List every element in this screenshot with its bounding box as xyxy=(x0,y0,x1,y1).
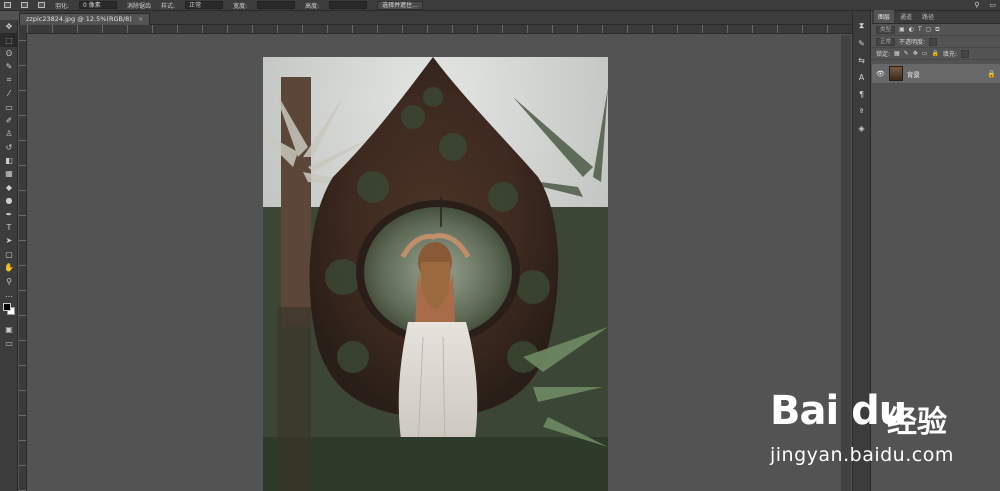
subtract-selection-icon[interactable] xyxy=(38,2,45,8)
vertical-ruler[interactable] xyxy=(19,34,27,491)
lock-pixels-icon[interactable]: ▦ xyxy=(894,50,900,57)
filter-type-icon[interactable]: T xyxy=(918,26,922,33)
canvas-area[interactable] xyxy=(27,35,852,491)
glyphs-icon[interactable]: ª xyxy=(853,104,870,118)
document-image[interactable] xyxy=(263,57,608,491)
move-tool-icon[interactable]: ✥ xyxy=(0,20,18,33)
baidu-url: jingyan.baidu.com xyxy=(770,444,954,466)
lasso-tool-icon[interactable]: ʘ xyxy=(0,47,18,60)
toolbar: ✥ ⬚ ʘ ✎ ⌗ ⁄ ▭ ✐ ♙ ↺ ◧ ▦ ◆ ● ✒ T ➤ ▢ ✋ ⚲… ▣ ▭ xyxy=(0,20,18,491)
filter-row: 类型 ▣ ◐ T ▢ ⧉ xyxy=(872,24,1000,36)
feather-input[interactable]: 0 像素 xyxy=(79,1,118,9)
lock-icon: 🔒 xyxy=(987,69,996,78)
history-icon[interactable]: ⧗ xyxy=(853,19,870,33)
more-tools-icon[interactable]: … xyxy=(0,288,18,301)
foreground-color-swatch[interactable] xyxy=(3,303,11,312)
photo-swing-nest xyxy=(263,57,608,491)
type-tool-icon[interactable]: T xyxy=(0,221,18,234)
feather-label: 羽化: xyxy=(55,2,70,10)
options-bar: 羽化: 0 像素 消除锯齿 样式: 正常 宽度: 高度: 选择并遮住... ⚲ … xyxy=(0,0,1000,11)
blend-row: 正常 不透明度: xyxy=(872,36,1000,48)
quick-select-tool-icon[interactable]: ✎ xyxy=(0,60,18,73)
width-label: 宽度: xyxy=(233,2,248,10)
workspace-icon[interactable]: ▭ xyxy=(989,1,996,9)
adjust-icon[interactable]: ⇆ xyxy=(853,53,870,67)
dodge-tool-icon[interactable]: ● xyxy=(0,194,18,207)
select-and-mask-button[interactable]: 选择并遮住... xyxy=(377,0,423,10)
fill-label: 填充: xyxy=(942,51,957,58)
ruler-corner xyxy=(19,25,27,34)
brush-tool-icon[interactable]: ✐ xyxy=(0,114,18,127)
baidu-jingyan-text: 经验 xyxy=(887,405,947,440)
lock-label: 锁定: xyxy=(876,51,891,58)
horizontal-ruler[interactable] xyxy=(27,25,852,34)
baidu-watermark: Bai du 经验 jingyan.baidu.com xyxy=(766,388,998,488)
eye-icon[interactable]: 👁 xyxy=(876,70,885,78)
hand-tool-icon[interactable]: ✋ xyxy=(0,261,18,274)
pen-tool-icon[interactable]: ✒ xyxy=(0,207,18,220)
antialias-checkbox[interactable]: 消除锯齿 xyxy=(127,1,151,10)
document-tab-title: zzpic23824.jpg @ 12.5%(RGB/8) xyxy=(26,15,132,23)
filter-adjust-icon[interactable]: ◐ xyxy=(909,26,914,33)
fill-input[interactable] xyxy=(960,49,969,58)
stamp-tool-icon[interactable]: ♙ xyxy=(0,127,18,140)
path-select-tool-icon[interactable]: ➤ xyxy=(0,234,18,247)
shape-tool-icon[interactable]: ▢ xyxy=(0,248,18,261)
document-tab[interactable]: zzpic23824.jpg @ 12.5%(RGB/8) × xyxy=(19,13,151,25)
style-select[interactable]: 正常 xyxy=(185,1,224,9)
eyedropper-tool-icon[interactable]: ⁄ xyxy=(0,87,18,100)
tab-paths[interactable]: 路径 xyxy=(918,10,938,23)
lock-all-icon[interactable]: 🔒 xyxy=(931,50,938,57)
close-icon[interactable]: × xyxy=(138,14,143,25)
filter-pixel-icon[interactable]: ▣ xyxy=(899,26,905,33)
filter-shape-icon[interactable]: ▢ xyxy=(926,26,932,33)
tab-layers[interactable]: 图层 xyxy=(874,10,895,23)
frame-tool-icon[interactable]: ▭ xyxy=(0,100,18,113)
blur-tool-icon[interactable]: ◆ xyxy=(0,181,18,194)
blend-mode-select[interactable]: 正常 xyxy=(876,37,896,46)
quick-mask-icon[interactable]: ▣ xyxy=(0,323,18,336)
gradient-tool-icon[interactable]: ▦ xyxy=(0,167,18,180)
layer-row[interactable]: 👁 背景 🔒 xyxy=(872,64,1000,83)
3d-icon[interactable]: ◈ xyxy=(853,121,870,135)
add-selection-icon[interactable] xyxy=(21,2,28,8)
paragraph-icon[interactable]: ¶ xyxy=(853,87,870,101)
style-label: 样式: xyxy=(161,2,176,10)
lock-artboard-icon[interactable]: ▭ xyxy=(922,50,928,57)
panel-tabs: 图层 通道 路径 xyxy=(872,10,1000,24)
height-input[interactable] xyxy=(329,1,368,9)
layer-name[interactable]: 背景 xyxy=(907,69,983,79)
character-icon[interactable]: A xyxy=(853,70,870,84)
filter-smart-icon[interactable]: ⧉ xyxy=(935,26,939,34)
lock-move-icon[interactable]: ✥ xyxy=(913,50,918,57)
crop-tool-icon[interactable]: ⌗ xyxy=(0,74,18,87)
kind-filter-select[interactable]: 类型 xyxy=(876,25,896,34)
baidu-logo: Bai du xyxy=(770,388,907,434)
new-selection-icon[interactable] xyxy=(4,2,11,8)
layer-thumbnail xyxy=(888,66,903,81)
lock-paint-icon[interactable]: ✎ xyxy=(904,50,909,57)
opacity-label: 不透明度: xyxy=(899,39,926,46)
height-label: 高度: xyxy=(305,2,320,10)
search-icon[interactable]: ⚲ xyxy=(974,1,979,9)
document-tabs: zzpic23824.jpg @ 12.5%(RGB/8) × xyxy=(19,11,852,25)
opacity-input[interactable] xyxy=(929,37,938,46)
marquee-tool-icon[interactable]: ⬚ xyxy=(0,33,18,47)
eraser-tool-icon[interactable]: ◧ xyxy=(0,154,18,167)
width-input[interactable] xyxy=(257,1,296,9)
history-brush-tool-icon[interactable]: ↺ xyxy=(0,141,18,154)
lock-row: 锁定: ▦ ✎ ✥ ▭ 🔒 填充: xyxy=(872,48,1000,60)
screen-mode-icon[interactable]: ▭ xyxy=(0,337,18,350)
color-swatches[interactable] xyxy=(0,301,17,323)
zoom-tool-icon[interactable]: ⚲ xyxy=(0,274,18,287)
brush-settings-icon[interactable]: ✎ xyxy=(853,36,870,50)
tab-channels[interactable]: 通道 xyxy=(896,10,916,23)
